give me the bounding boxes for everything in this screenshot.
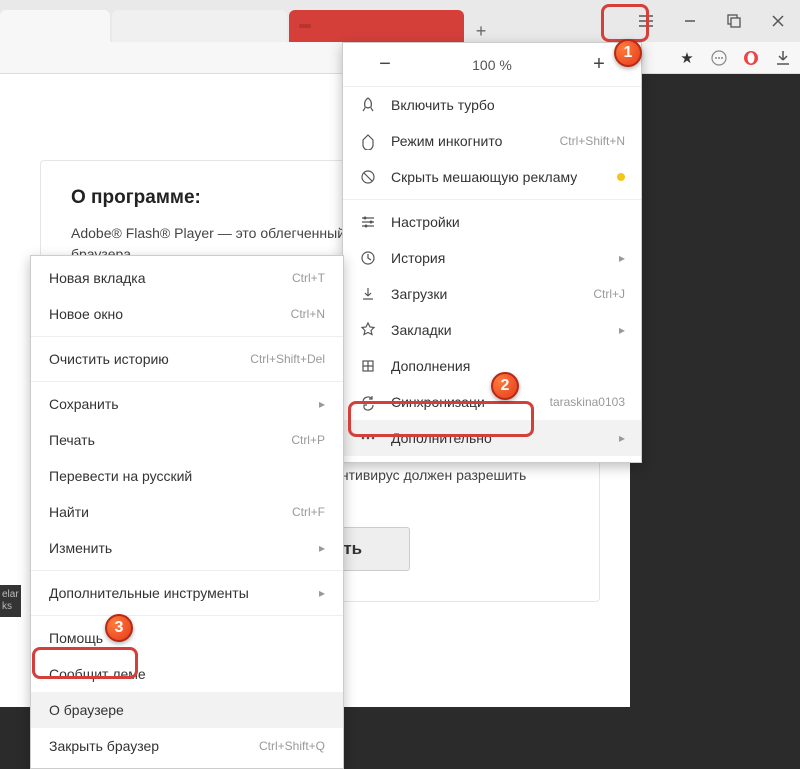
submenu-new-tab[interactable]: Новая вкладка Ctrl+T — [31, 260, 343, 296]
extensions-icon[interactable] — [710, 49, 728, 67]
submenu-about-browser[interactable]: О браузере — [31, 692, 343, 728]
maximize-button[interactable] — [712, 0, 756, 42]
submenu-quit[interactable]: Закрыть браузер Ctrl+Shift+Q — [31, 728, 343, 764]
minimize-icon — [681, 12, 699, 30]
sidebar-fragment: elarks — [0, 585, 21, 617]
menu-addons[interactable]: Дополнения — [343, 348, 641, 384]
menu-incognito[interactable]: Режим инкогнито Ctrl+Shift+N — [343, 123, 641, 159]
menu-sync[interactable]: Синхронизаци taraskina0103 — [343, 384, 641, 420]
submenu-separator — [31, 570, 343, 571]
chevron-right-icon: ▸ — [619, 251, 625, 265]
settings-icon — [359, 213, 377, 231]
bookmark-star-icon[interactable]: ★ — [678, 49, 696, 67]
submenu-edit[interactable]: Изменить ▸ — [31, 530, 343, 566]
submenu-clear-history[interactable]: Очистить историю Ctrl+Shift+Del — [31, 341, 343, 377]
opera-icon[interactable] — [742, 49, 760, 67]
hamburger-icon — [637, 12, 655, 30]
title-bar: + — [0, 0, 800, 42]
menu-bookmarks[interactable]: Закладки ▸ — [343, 312, 641, 348]
addons-icon — [359, 357, 377, 375]
minimize-button[interactable] — [668, 0, 712, 42]
notification-dot-icon — [617, 173, 625, 181]
download-icon — [359, 285, 377, 303]
browser-tab[interactable] — [112, 10, 287, 42]
rocket-icon — [359, 96, 377, 114]
submenu-save[interactable]: Сохранить ▸ — [31, 386, 343, 422]
submenu-translate[interactable]: Перевести на русский — [31, 458, 343, 494]
zoom-in-button[interactable]: + — [587, 53, 611, 76]
chevron-right-icon: ▸ — [319, 397, 325, 411]
menu-hide-ads[interactable]: Скрыть мешающую рекламу — [343, 159, 641, 195]
history-icon — [359, 249, 377, 267]
chevron-right-icon: ▸ — [319, 586, 325, 600]
block-icon — [359, 168, 377, 186]
chevron-right-icon: ▸ — [319, 541, 325, 555]
menu-downloads[interactable]: Загрузки Ctrl+J — [343, 276, 641, 312]
chevron-right-icon: ▸ — [619, 323, 625, 337]
dark-region — [630, 74, 800, 707]
submenu-find[interactable]: Найти Ctrl+F — [31, 494, 343, 530]
menu-separator — [343, 199, 641, 200]
menu-turbo[interactable]: Включить турбо — [343, 87, 641, 123]
tab-strip: + — [0, 0, 624, 42]
more-icon — [359, 429, 377, 447]
browser-tab[interactable] — [0, 10, 110, 42]
hamburger-menu-button[interactable] — [624, 0, 668, 42]
submenu-separator — [31, 381, 343, 382]
submenu-separator — [31, 615, 343, 616]
incognito-icon — [359, 132, 377, 150]
new-tab-button[interactable]: + — [466, 21, 496, 42]
close-icon — [769, 12, 787, 30]
chevron-right-icon: ▸ — [619, 431, 625, 445]
bookmark-icon — [359, 321, 377, 339]
zoom-value: 100 % — [472, 57, 512, 73]
sync-icon — [359, 393, 377, 411]
menu-more[interactable]: Дополнительно ▸ — [343, 420, 641, 456]
menu-history[interactable]: История ▸ — [343, 240, 641, 276]
close-button[interactable] — [756, 0, 800, 42]
submenu-help[interactable]: Помощь — [31, 620, 343, 656]
submenu-dev-tools[interactable]: Дополнительные инструменты ▸ — [31, 575, 343, 611]
submenu-new-window[interactable]: Новое окно Ctrl+N — [31, 296, 343, 332]
menu-settings[interactable]: Настройки — [343, 204, 641, 240]
main-menu: − 100 % + Включить турбо Режим инкогнито… — [342, 42, 642, 463]
downloads-icon[interactable] — [774, 49, 792, 67]
submenu-more: Новая вкладка Ctrl+T Новое окно Ctrl+N О… — [30, 255, 344, 769]
browser-tab-active[interactable] — [289, 10, 464, 42]
window-controls — [624, 0, 800, 42]
zoom-out-button[interactable]: − — [373, 53, 397, 76]
submenu-report[interactable]: Сообщит леме — [31, 656, 343, 692]
zoom-control: − 100 % + — [343, 43, 641, 87]
maximize-icon — [725, 12, 743, 30]
submenu-print[interactable]: Печать Ctrl+P — [31, 422, 343, 458]
submenu-separator — [31, 336, 343, 337]
